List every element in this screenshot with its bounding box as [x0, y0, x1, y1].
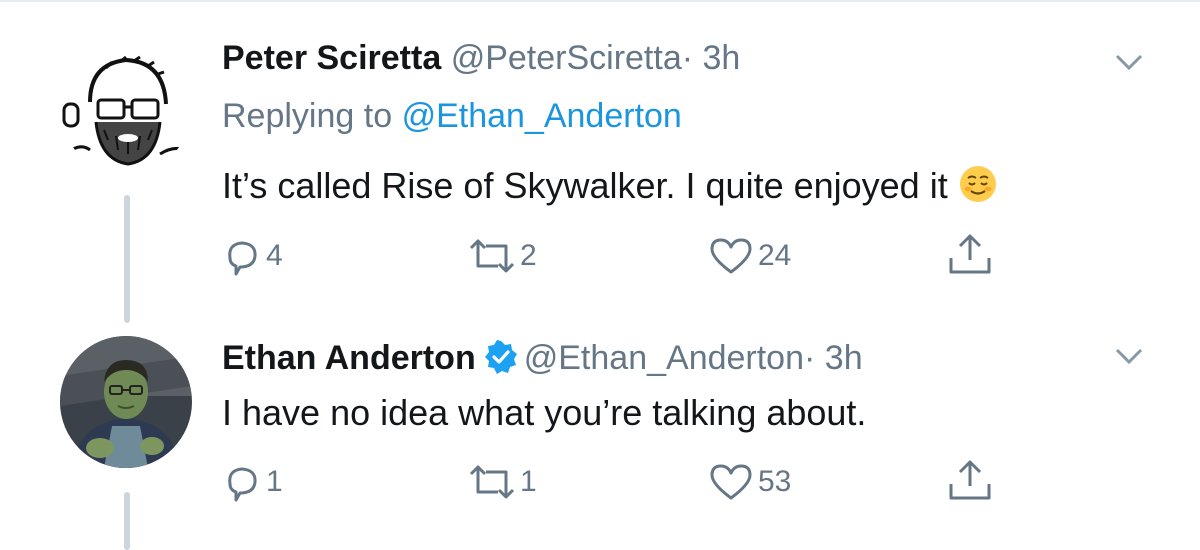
tweet-body: It’s called Rise of Skywalker. I quite e… [222, 165, 948, 206]
mention-link[interactable]: @Ethan_Anderton [402, 97, 682, 135]
reply-icon [228, 467, 257, 502]
sketch-portrait-avatar [60, 42, 192, 174]
share-icon [949, 234, 991, 274]
like-button[interactable]: 53 [708, 462, 791, 502]
chevron-down-icon[interactable] [1114, 52, 1144, 72]
tweet-header: Ethan Anderton @Ethan_Anderton· 3h [222, 338, 863, 378]
tweet-text: I have no idea what you’re talking about… [222, 392, 866, 434]
avatar[interactable] [60, 336, 192, 468]
share-button[interactable] [946, 232, 994, 276]
separator-dot: · [804, 339, 816, 377]
tweet-header: Peter Sciretta @PeterSciretta· 3h [222, 38, 740, 78]
timestamp[interactable]: 3h [703, 39, 741, 77]
share-icon [949, 460, 991, 500]
thread-connector [124, 492, 130, 550]
author-handle[interactable]: @Ethan_Anderton [524, 339, 804, 377]
author-name[interactable]: Peter Sciretta [222, 39, 441, 77]
retweet-button[interactable]: 1 [468, 462, 537, 502]
avatar[interactable] [60, 42, 192, 174]
verified-badge-icon [484, 340, 517, 374]
reply-count: 1 [266, 465, 283, 498]
relieved-smile-emoji [959, 166, 996, 202]
retweet-icon [469, 465, 515, 499]
reply-button[interactable]: 1 [222, 462, 283, 502]
like-icon [710, 238, 752, 274]
hulk-photo-avatar [60, 336, 192, 468]
reply-icon [228, 241, 257, 276]
replying-label: Replying to [222, 97, 393, 135]
like-button[interactable]: 24 [708, 236, 791, 276]
thread-connector [124, 195, 130, 323]
top-divider [0, 0, 1200, 2]
tweet-text: It’s called Rise of Skywalker. I quite e… [222, 164, 998, 207]
like-icon [710, 464, 752, 500]
separator-dot: · [681, 39, 694, 77]
like-count: 24 [758, 239, 792, 272]
tweet-body: I have no idea what you’re talking about… [222, 392, 867, 433]
like-count: 53 [758, 465, 792, 498]
reply-count: 4 [266, 239, 283, 272]
chevron-down-icon[interactable] [1114, 346, 1144, 366]
retweet-count: 1 [520, 465, 537, 498]
reply-button[interactable]: 4 [222, 236, 283, 276]
share-button[interactable] [946, 458, 994, 502]
replying-to: Replying to @Ethan_Anderton [222, 96, 682, 136]
author-handle[interactable]: @PeterSciretta [451, 39, 682, 77]
timestamp[interactable]: 3h [825, 339, 863, 377]
retweet-button[interactable]: 2 [468, 236, 537, 276]
author-name[interactable]: Ethan Anderton [222, 339, 476, 377]
retweet-icon [469, 239, 515, 273]
retweet-count: 2 [520, 239, 537, 272]
